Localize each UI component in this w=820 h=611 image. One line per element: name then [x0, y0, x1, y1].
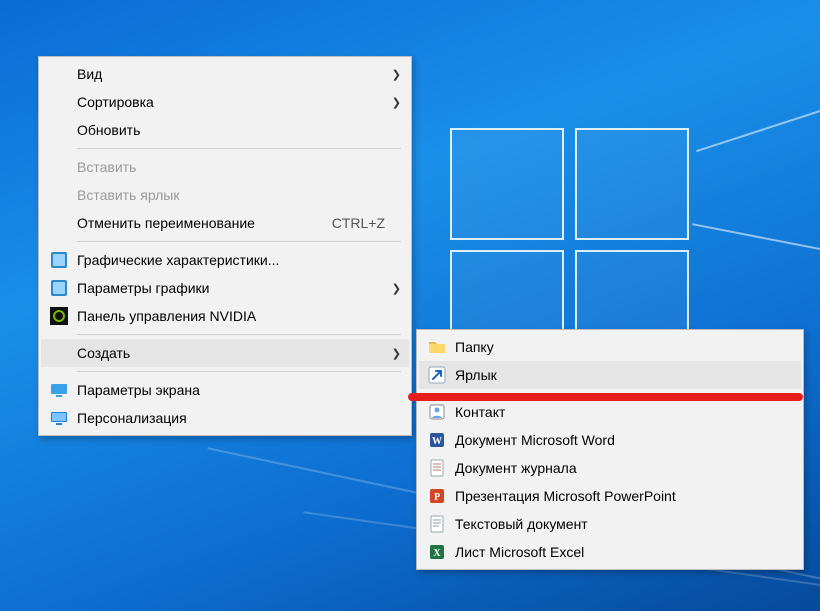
menu-label: Вставить: [71, 159, 385, 175]
menu-separator: [77, 241, 401, 242]
menu-label: Сортировка: [71, 94, 385, 110]
menu-paste: Вставить: [41, 153, 409, 181]
menu-label: Вставить ярлык: [71, 187, 385, 203]
intel-gfx-icon: [47, 251, 71, 269]
desktop-wallpaper[interactable]: Вид ❯ Сортировка ❯ Обновить Вставить Вст…: [0, 0, 820, 611]
submenu-arrow-icon: ❯: [385, 347, 401, 360]
submenu-journal-doc[interactable]: Документ журнала: [419, 454, 801, 482]
submenu-text-doc[interactable]: Текстовый документ: [419, 510, 801, 538]
svg-text:W: W: [432, 436, 442, 447]
wallpaper-ray: [696, 70, 820, 152]
menu-label: Папку: [449, 339, 793, 355]
menu-label: Персонализация: [71, 410, 385, 426]
menu-label: Графические характеристики...: [71, 252, 385, 268]
menu-label: Обновить: [71, 122, 385, 138]
menu-shortcut: CTRL+Z: [308, 215, 385, 231]
menu-label: Контакт: [449, 404, 793, 420]
submenu-excel-sheet[interactable]: X Лист Microsoft Excel: [419, 538, 801, 566]
folder-icon: [425, 338, 449, 356]
menu-paste-shortcut: Вставить ярлык: [41, 181, 409, 209]
menu-label: Ярлык: [449, 367, 793, 383]
menu-separator: [77, 334, 401, 335]
wallpaper-pane: [575, 250, 689, 334]
journal-icon: [425, 459, 449, 477]
menu-personalization[interactable]: Персонализация: [41, 404, 409, 432]
wallpaper-pane: [450, 250, 564, 334]
menu-undo-rename[interactable]: Отменить переименование CTRL+Z: [41, 209, 409, 237]
personalization-icon: [47, 409, 71, 427]
powerpoint-icon: P: [425, 487, 449, 505]
submenu-folder[interactable]: Папку: [419, 333, 801, 361]
submenu-arrow-icon: ❯: [385, 96, 401, 109]
submenu-arrow-icon: ❯: [385, 282, 401, 295]
menu-nvidia-panel[interactable]: Панель управления NVIDIA: [41, 302, 409, 330]
shortcut-icon: [425, 366, 449, 384]
menu-label: Текстовый документ: [449, 516, 793, 532]
create-submenu: Папку Ярлык Контакт W Документ Microsoft…: [416, 329, 804, 570]
menu-label: Параметры графики: [71, 280, 385, 296]
wallpaper-ray: [692, 223, 820, 275]
menu-label: Документ Microsoft Word: [449, 432, 793, 448]
contact-icon: [425, 403, 449, 421]
desktop-context-menu: Вид ❯ Сортировка ❯ Обновить Вставить Вст…: [38, 56, 412, 436]
menu-label: Панель управления NVIDIA: [71, 308, 385, 324]
menu-label: Презентация Microsoft PowerPoint: [449, 488, 793, 504]
menu-separator: [77, 148, 401, 149]
submenu-shortcut[interactable]: Ярлык: [419, 361, 801, 389]
menu-separator: [77, 371, 401, 372]
wallpaper-pane: [575, 128, 689, 240]
menu-label: Отменить переименование: [71, 215, 308, 231]
menu-view[interactable]: Вид ❯: [41, 60, 409, 88]
submenu-ppt-pres[interactable]: P Презентация Microsoft PowerPoint: [419, 482, 801, 510]
nvidia-icon: [47, 307, 71, 325]
svg-text:P: P: [434, 492, 440, 503]
menu-label: Документ журнала: [449, 460, 793, 476]
menu-label: Создать: [71, 345, 385, 361]
svg-text:X: X: [433, 548, 441, 559]
menu-label: Параметры экрана: [71, 382, 385, 398]
submenu-contact[interactable]: Контакт: [419, 398, 801, 426]
menu-intel-gfx-params[interactable]: Параметры графики ❯: [41, 274, 409, 302]
menu-label: Вид: [71, 66, 385, 82]
menu-refresh[interactable]: Обновить: [41, 116, 409, 144]
excel-icon: X: [425, 543, 449, 561]
intel-gfx-icon: [47, 279, 71, 297]
menu-display-settings[interactable]: Параметры экрана: [41, 376, 409, 404]
menu-label: Лист Microsoft Excel: [449, 544, 793, 560]
word-icon: W: [425, 431, 449, 449]
annotation-red-underline: [408, 393, 803, 401]
menu-sort[interactable]: Сортировка ❯: [41, 88, 409, 116]
menu-create[interactable]: Создать ❯: [41, 339, 409, 367]
submenu-word-doc[interactable]: W Документ Microsoft Word: [419, 426, 801, 454]
menu-intel-gfx-characteristics[interactable]: Графические характеристики...: [41, 246, 409, 274]
wallpaper-pane: [450, 128, 564, 240]
display-settings-icon: [47, 381, 71, 399]
submenu-arrow-icon: ❯: [385, 68, 401, 81]
textfile-icon: [425, 515, 449, 533]
